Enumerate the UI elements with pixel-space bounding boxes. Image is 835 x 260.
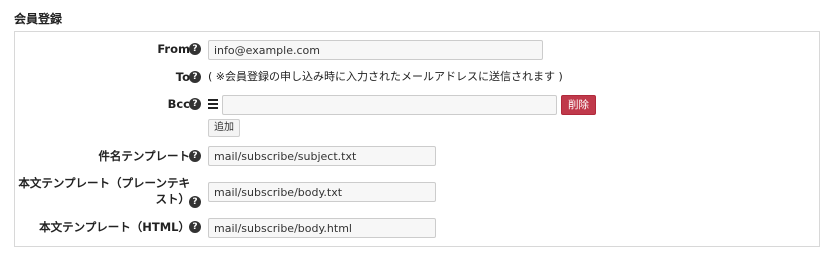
help-icon[interactable]: ? [189, 71, 201, 83]
from-input[interactable] [208, 40, 543, 60]
section-title: 会員登録 [14, 12, 63, 26]
add-bcc-button[interactable]: 追加 [208, 119, 240, 137]
to-note: ( ※会員登録の申し込み時に入力されたメールアドレスに送信されます ) [208, 70, 563, 83]
delete-bcc-button[interactable]: 削除 [561, 95, 596, 115]
to-label: To [175, 70, 190, 84]
bcc-input[interactable] [222, 95, 557, 115]
body-html-template-input[interactable] [208, 218, 436, 238]
bcc-label: Bcc [167, 97, 190, 111]
subject-template-label: 件名テンプレート [98, 149, 190, 163]
help-icon[interactable]: ? [189, 196, 201, 208]
subject-template-input[interactable] [208, 146, 436, 166]
from-label: From [157, 42, 190, 56]
body-plain-template-label: 本文テンプレート（プレーンテキ スト） [15, 175, 190, 207]
help-icon[interactable]: ? [189, 221, 201, 233]
drag-handle-icon[interactable] [208, 99, 218, 109]
body-plain-template-label-line1: 本文テンプレート（プレーンテキ [18, 176, 190, 190]
help-icon[interactable]: ? [189, 150, 201, 162]
body-plain-template-label-line2: スト） [155, 192, 191, 206]
mail-settings-panel: From ? To ? ( ※会員登録の申し込み時に入力されたメールアドレスに送… [14, 31, 820, 247]
help-icon[interactable]: ? [189, 98, 201, 110]
body-html-template-label: 本文テンプレート（HTML） [39, 220, 190, 234]
help-icon[interactable]: ? [189, 43, 201, 55]
body-plain-template-input[interactable] [208, 182, 436, 202]
